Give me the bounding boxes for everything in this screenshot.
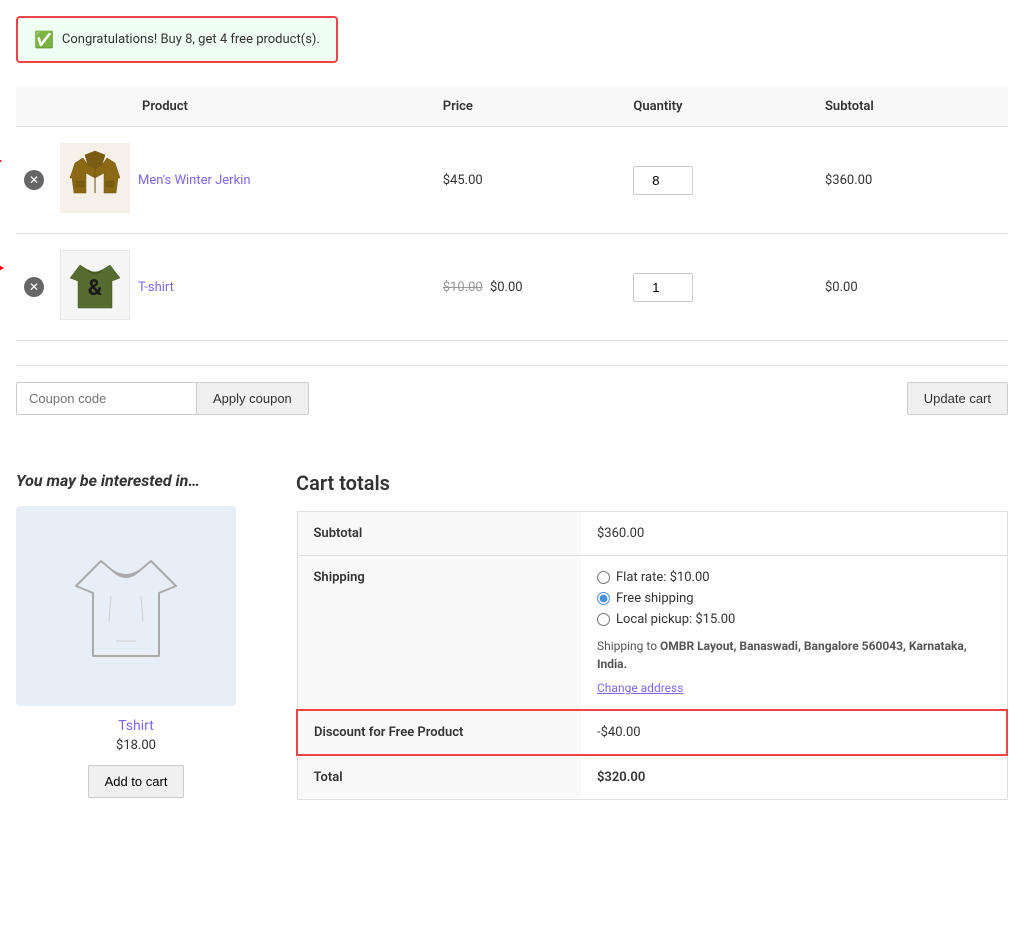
shipping-option-flat[interactable]: Flat rate: $10.00 — [597, 570, 991, 585]
table-row: ✕ Free Product — [16, 234, 1008, 341]
subtotal-cell-2: $0.00 — [817, 234, 1008, 341]
recommended-product-image — [16, 506, 236, 706]
col-remove-header — [16, 87, 52, 127]
cart-table: Product Price Quantity Subtotal ✕ Prod — [16, 87, 1008, 341]
price-cell-1: $45.00 — [435, 127, 626, 234]
tshirt-svg: & — [60, 250, 130, 320]
notification-text: Congratulations! Buy 8, get 4 free produ… — [62, 32, 320, 47]
qty-cell-2 — [625, 234, 817, 341]
shipping-options: Flat rate: $10.00 Free shipping Local pi… — [597, 570, 991, 627]
shipping-option-free[interactable]: Free shipping — [597, 591, 991, 606]
product-a-label: Product A — [0, 153, 2, 168]
interested-section: You may be interested in… Tshi — [16, 471, 256, 798]
col-subtotal-header: Subtotal — [817, 87, 1008, 127]
coupon-row: Apply coupon Update cart — [16, 365, 1008, 431]
product-image-2: Free Product & — [60, 250, 130, 324]
subtotal-row: Subtotal $360.00 — [297, 512, 1007, 556]
remove-item-2-button[interactable]: ✕ — [24, 277, 44, 297]
svg-text:&: & — [88, 276, 103, 301]
product-link-1[interactable]: Men's Winter Jerkin — [138, 173, 251, 188]
jacket-svg — [60, 143, 130, 213]
discount-label: Discount for Free Product — [297, 710, 581, 755]
quantity-input-1[interactable] — [633, 166, 693, 195]
apply-coupon-button[interactable]: Apply coupon — [196, 382, 309, 415]
product-cell-1: Product A — [60, 143, 427, 217]
subtotal-label: Subtotal — [297, 512, 581, 556]
arrow-icon-2 — [0, 262, 4, 274]
price-cell-2: $10.00 $0.00 — [435, 234, 626, 341]
change-address-link[interactable]: Change address — [597, 681, 991, 695]
shipping-label: Shipping — [297, 556, 581, 711]
recommended-product-name: Tshirt — [16, 718, 256, 734]
quantity-input-2[interactable] — [633, 273, 693, 302]
recommended-product-card: Tshirt $18.00 Add to cart — [16, 506, 256, 798]
cart-totals-section: Cart totals Subtotal $360.00 Shipping — [296, 471, 1008, 800]
qty-cell-1 — [625, 127, 817, 234]
product-cell-2: Free Product & — [60, 250, 427, 324]
shipping-address: Shipping to OMBR Layout, Banaswadi, Bang… — [597, 637, 991, 673]
shipping-free-radio[interactable] — [597, 592, 610, 605]
shipping-flat-radio[interactable] — [597, 571, 610, 584]
recommended-product-price: $18.00 — [16, 738, 256, 753]
coupon-input[interactable] — [16, 382, 196, 415]
notification-banner: ✅ Congratulations! Buy 8, get 4 free pro… — [16, 16, 338, 63]
shipping-options-cell: Flat rate: $10.00 Free shipping Local pi… — [581, 556, 1007, 711]
shipping-row: Shipping Flat rate: $10.00 Free shipping — [297, 556, 1007, 711]
free-product-label: Free Product — [0, 260, 4, 275]
add-to-cart-button[interactable]: Add to cart — [88, 765, 185, 798]
subtotal-cell-1: $360.00 — [817, 127, 1008, 234]
shipping-option-pickup[interactable]: Local pickup: $15.00 — [597, 612, 991, 627]
page-wrapper: ✅ Congratulations! Buy 8, get 4 free pro… — [0, 0, 1024, 816]
subtotal-value: $360.00 — [581, 512, 1007, 556]
total-value: $320.00 — [581, 755, 1007, 800]
total-row: Total $320.00 — [297, 755, 1007, 800]
tshirt-sketch-svg — [71, 541, 181, 671]
remove-item-1-button[interactable]: ✕ — [24, 170, 44, 190]
total-label: Total — [297, 755, 581, 800]
totals-table: Subtotal $360.00 Shipping Flat rate: $10… — [296, 511, 1008, 800]
arrow-icon-1 — [0, 155, 2, 167]
cart-totals-title: Cart totals — [296, 471, 1008, 495]
table-row: ✕ Product A — [16, 127, 1008, 234]
product-link-2[interactable]: T-shirt — [138, 280, 174, 295]
discount-row: Discount for Free Product -$40.00 — [297, 710, 1007, 755]
shipping-pickup-radio[interactable] — [597, 613, 610, 626]
discount-value: -$40.00 — [581, 710, 1007, 755]
product-image-1: Product A — [60, 143, 130, 217]
col-qty-header: Quantity — [625, 87, 817, 127]
check-icon: ✅ — [34, 30, 54, 49]
bottom-section: You may be interested in… Tshi — [16, 471, 1008, 800]
interested-title: You may be interested in… — [16, 471, 256, 490]
update-cart-button[interactable]: Update cart — [907, 382, 1008, 415]
coupon-left: Apply coupon — [16, 382, 309, 415]
col-price-header: Price — [435, 87, 626, 127]
col-product-header: Product — [52, 87, 435, 127]
